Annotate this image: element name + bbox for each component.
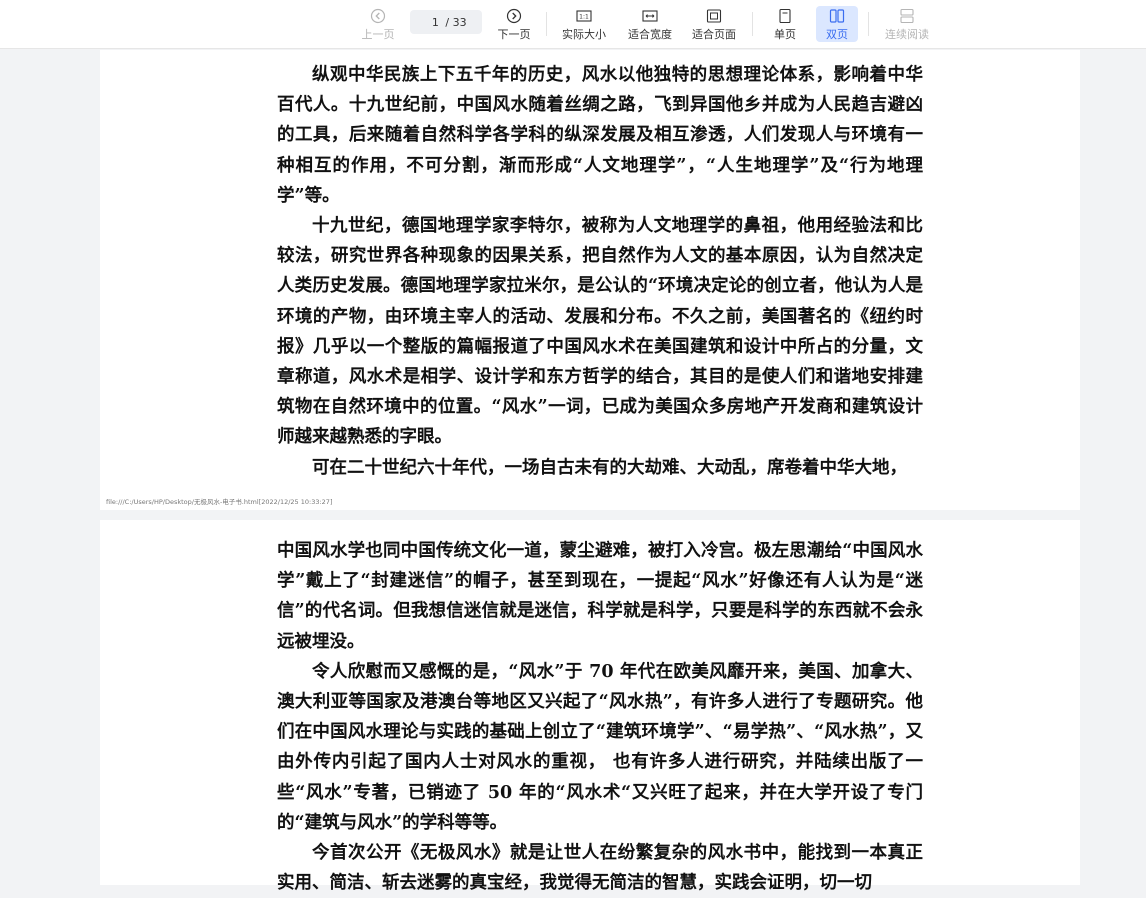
- prev-page-label: 上一页: [361, 27, 395, 41]
- paragraph: 今首次公开《无极风水》就是让世人在纷繁复杂的风水书中，能找到一本真正实用、简洁、…: [277, 843, 923, 894]
- page-footer-url: file:///C:/Users/HP/Desktop/无极风水-电子书.htm…: [106, 498, 333, 506]
- prev-page-button[interactable]: 上一页: [356, 6, 400, 42]
- fit-page-icon: [705, 7, 723, 25]
- pdf-toolbar: 上一页 / 33 下一页 1:1 实际大小 适合宽度 适合页面 单页: [0, 0, 1146, 49]
- circle-left-arrow-icon: [369, 7, 387, 25]
- toolbar-divider: [868, 12, 869, 36]
- actual-size-button[interactable]: 1:1 实际大小: [558, 6, 610, 42]
- document-page-2: 中国风水学也同中国传统文化一道，蒙尘避难，被打入冷宫。极左思潮给“中国风水学”戴…: [100, 520, 1080, 893]
- double-page-button[interactable]: 双页: [816, 6, 858, 42]
- double-page-icon: [828, 7, 846, 25]
- page-total: / 33: [445, 15, 467, 29]
- toolbar-divider: [546, 12, 547, 36]
- actual-size-icon-text: 1:1: [579, 13, 589, 20]
- page-number-input[interactable]: [425, 15, 446, 29]
- single-page-label: 单页: [774, 27, 796, 41]
- fit-width-label: 适合宽度: [628, 27, 672, 41]
- page-2-text: 中国风水学也同中国传统文化一道，蒙尘避难，被打入冷宫。极左思潮给“中国风水学”戴…: [277, 536, 923, 898]
- circle-right-arrow-icon: [505, 7, 523, 25]
- next-page-label: 下一页: [497, 27, 531, 41]
- double-page-label: 双页: [826, 27, 848, 41]
- actual-size-label: 实际大小: [562, 27, 606, 41]
- paragraph: 十九世纪，德国地理学家李特尔，被称为人文地理学的鼻祖，他用经验法和比较法，研究世…: [277, 216, 923, 448]
- fit-page-label: 适合页面: [692, 27, 736, 41]
- page-1-text: 纵观中华民族上下五千年的历史，风水以他独特的思想理论体系，影响着中华百代人。十九…: [277, 60, 923, 483]
- paragraph: 纵观中华民族上下五千年的历史，风水以他独特的思想理论体系，影响着中华百代人。十九…: [277, 65, 923, 206]
- next-page-button[interactable]: 下一页: [492, 6, 536, 42]
- fit-width-icon: [641, 7, 659, 25]
- fit-page-button[interactable]: 适合页面: [688, 6, 740, 42]
- actual-size-icon: 1:1: [575, 7, 593, 25]
- continuous-reading-label: 连续阅读: [885, 27, 929, 41]
- single-page-icon: [776, 7, 794, 25]
- continuous-reading-icon: [898, 7, 916, 25]
- paragraph: 中国风水学也同中国传统文化一道，蒙尘避难，被打入冷宫。极左思潮给“中国风水学”戴…: [277, 541, 923, 652]
- single-page-button[interactable]: 单页: [764, 6, 806, 42]
- page-indicator: / 33: [410, 10, 482, 34]
- continuous-reading-button[interactable]: 连续阅读: [880, 6, 934, 42]
- toolbar-divider: [752, 12, 753, 36]
- paragraph: 可在二十世纪六十年代，一场自古未有的大劫难、大动乱，席卷着中华大地，: [312, 457, 907, 478]
- fit-width-button[interactable]: 适合宽度: [624, 6, 676, 42]
- document-page-1: 纵观中华民族上下五千年的历史，风水以他独特的思想理论体系，影响着中华百代人。十九…: [100, 50, 1080, 510]
- paragraph: 令人欣慰而又感慨的是，“风水”于 70 年代在欧美风靡开来，美国、加拿大、澳大利…: [277, 661, 923, 833]
